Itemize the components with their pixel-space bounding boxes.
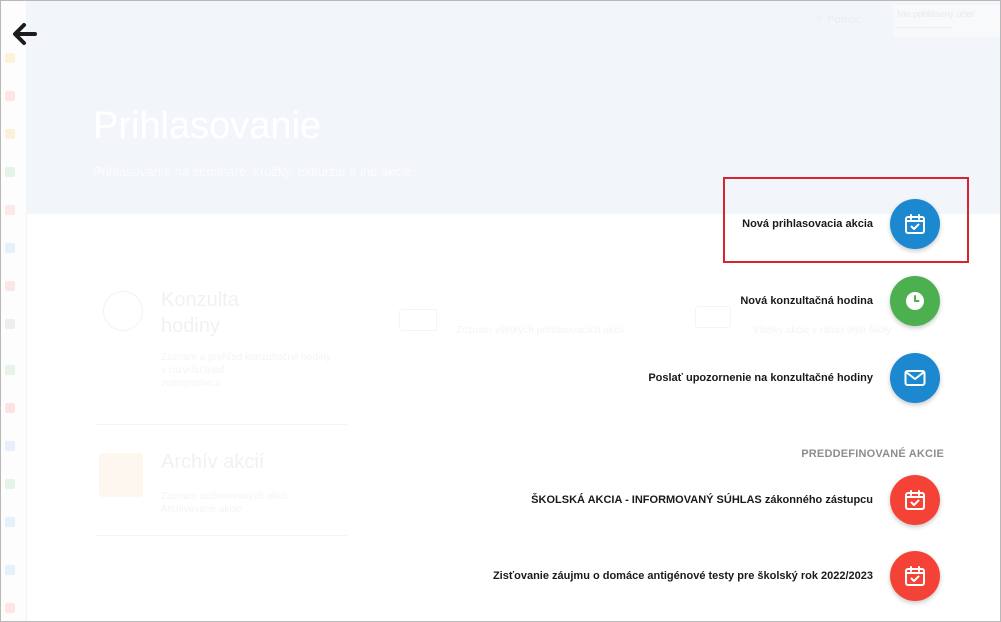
action-label[interactable]: ŠKOLSKÁ AKCIA - INFORMOVANÝ SÚHLAS zákon… <box>531 494 873 506</box>
sidebar-icon <box>5 565 15 575</box>
sidebar-icon <box>5 365 15 375</box>
send-notice-button[interactable] <box>890 353 940 403</box>
page-title: Prihlasovanie <box>93 105 322 147</box>
sidebar-icon <box>5 479 15 489</box>
page-subtitle: Prihlasovanie na semináre, krúžky, exkur… <box>93 164 412 179</box>
calendar-check-icon <box>905 490 925 510</box>
card-description: Zoznam a prehľad konzultačné hodiny <box>161 352 331 363</box>
card-title: Archív akcií <box>161 451 265 473</box>
account-label: Nie prihlásený účet <box>897 9 974 19</box>
clock-icon <box>906 292 924 310</box>
action-school-event-consent[interactable]: ŠKOLSKÁ AKCIA - INFORMOVANÝ SÚHLAS zákon… <box>440 475 940 525</box>
action-label[interactable]: Zisťovanie záujmu o domáce antigénové te… <box>493 570 873 582</box>
left-sidebar <box>1 1 27 621</box>
action-label[interactable]: Poslať upozornenie na konzultačné hodiny <box>648 372 873 384</box>
sidebar-icon <box>5 403 15 413</box>
calendar-check-icon <box>905 566 925 586</box>
sidebar-icon <box>5 517 15 527</box>
action-new-consultation-hour[interactable]: Nová konzultačná hodina <box>440 276 940 326</box>
divider <box>97 424 347 425</box>
clock-icon <box>103 291 143 331</box>
sidebar-icon <box>5 205 15 215</box>
card-title: Konzulta <box>161 289 239 311</box>
arrow-left-icon <box>13 23 37 45</box>
sidebar-icon <box>5 281 15 291</box>
action-send-consultation-notice[interactable]: Poslať upozornenie na konzultačné hodiny <box>440 353 940 403</box>
action-antigen-test-survey[interactable]: Zisťovanie záujmu o domáce antigénové te… <box>440 551 940 601</box>
card-description: zverejnenie a <box>161 378 221 389</box>
new-signup-event-button[interactable] <box>890 199 940 249</box>
sidebar-icon <box>5 91 15 101</box>
antigen-test-survey-button[interactable] <box>890 551 940 601</box>
card-title: hodiny <box>161 315 220 337</box>
archive-icon <box>99 453 143 497</box>
sidebar-icon <box>5 129 15 139</box>
action-label[interactable]: Nová konzultačná hodina <box>740 295 873 307</box>
sidebar-icon <box>5 441 15 451</box>
envelope-icon <box>904 370 926 386</box>
new-consultation-hour-button[interactable] <box>890 276 940 326</box>
screen: Prihlasovanie Prihlasovanie na semináre,… <box>0 0 1001 622</box>
account-select[interactable]: Nie prihlásený účet ▼ <box>893 5 1000 37</box>
action-new-signup-event[interactable]: Nová prihlasovacia akcia <box>440 199 940 249</box>
page-header: Prihlasovanie Prihlasovanie na semináre,… <box>27 1 1000 214</box>
card-description: Zoznam archivovaných akcií <box>161 491 288 502</box>
sidebar-icon <box>5 603 15 613</box>
predefined-actions-heading: PREDDEFINOVANÉ AKCIE <box>801 448 944 460</box>
sidebar-icon <box>5 243 15 253</box>
sidebar-icon <box>5 167 15 177</box>
help-link[interactable]: ? Pomoc <box>815 14 862 26</box>
account-underline <box>897 27 951 28</box>
card-icon <box>399 309 437 331</box>
action-label[interactable]: Nová prihlasovacia akcia <box>742 218 873 230</box>
school-event-consent-button[interactable] <box>890 475 940 525</box>
card-description: Archivované akcie <box>161 504 243 515</box>
sidebar-icon <box>5 319 15 329</box>
calendar-check-icon <box>905 214 925 234</box>
help-label: Pomoc <box>827 14 862 26</box>
question-icon: ? <box>815 14 822 26</box>
card-description: v rozvrhu tried <box>161 365 225 376</box>
divider <box>97 535 347 536</box>
sidebar-icon <box>5 53 15 63</box>
back-button[interactable] <box>9 19 39 49</box>
